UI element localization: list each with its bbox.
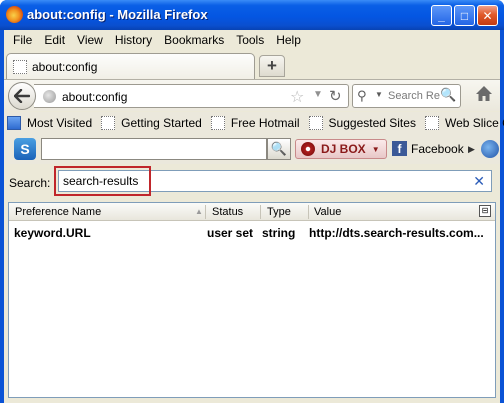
home-icon: [476, 86, 492, 101]
column-picker-icon[interactable]: ⊟: [479, 205, 491, 217]
tab-about-config[interactable]: about:config: [6, 53, 255, 79]
url-bar[interactable]: about:config ☆ ▼ ↻: [34, 84, 349, 108]
addon-logo-icon[interactable]: S: [14, 138, 36, 160]
home-button[interactable]: [474, 85, 494, 105]
cell-value: http://dts.search-results.com...: [309, 226, 484, 240]
table-header: Preference Name ▲ Status Type Value ⊟: [9, 203, 495, 221]
back-arrow-icon: [14, 89, 30, 103]
column-separator[interactable]: [308, 205, 309, 219]
bookmark-label: Most Visited: [27, 116, 93, 130]
cell-name: keyword.URL: [14, 226, 91, 240]
reload-icon[interactable]: ↻: [329, 87, 342, 105]
title-bar[interactable]: about:config - Mozilla Firefox _ □ ✕: [0, 0, 504, 30]
cell-type: string: [262, 226, 296, 240]
menu-view[interactable]: View: [71, 30, 109, 50]
url-text: about:config: [62, 90, 128, 104]
blank-page-icon: [210, 116, 225, 130]
menu-bar: File Edit View History Bookmarks Tools H…: [4, 30, 500, 50]
dj-box-button[interactable]: DJ BOX ▼: [295, 139, 387, 159]
dj-box-dropdown-icon[interactable]: ▼: [372, 145, 380, 154]
dj-box-label: DJ BOX: [321, 142, 366, 156]
bookmark-web-slice-gallery[interactable]: Web Slice Gallery: [424, 116, 504, 130]
cell-status: user set: [207, 226, 254, 240]
navigation-toolbar: about:config ☆ ▼ ↻ ⚲ ▼ Search Re 🔍: [4, 79, 500, 111]
close-button[interactable]: ✕: [477, 5, 498, 26]
column-separator[interactable]: [205, 205, 206, 219]
maximize-button[interactable]: □: [454, 5, 475, 26]
bookmark-most-visited[interactable]: Most Visited: [7, 116, 92, 130]
menu-help[interactable]: Help: [270, 30, 307, 50]
menu-tools[interactable]: Tools: [230, 30, 270, 50]
url-dropdown-icon[interactable]: ▼: [313, 89, 323, 100]
blank-page-icon: [424, 116, 439, 130]
facebook-label: Facebook: [411, 141, 464, 156]
preference-search-row: Search: search-results ✕: [4, 164, 500, 200]
bookmarks-toolbar: Most Visited Getting Started Free Hotmai…: [4, 112, 504, 134]
search-bar[interactable]: ⚲ ▼ Search Re 🔍: [352, 84, 461, 108]
blank-page-icon: [13, 60, 27, 74]
client-area: File Edit View History Bookmarks Tools H…: [4, 30, 504, 403]
globe-icon: [43, 90, 56, 103]
addon-toolbar: S 🔍 DJ BOX ▼ f Facebook ▶: [4, 134, 500, 164]
new-tab-button[interactable]: +: [259, 55, 285, 77]
search-engine-dropdown-icon[interactable]: ▼: [375, 90, 383, 99]
menu-bookmarks[interactable]: Bookmarks: [158, 30, 230, 50]
bookmark-suggested-sites[interactable]: Suggested Sites: [308, 116, 416, 130]
menu-edit[interactable]: Edit: [38, 30, 71, 50]
column-header-status[interactable]: Status: [212, 206, 243, 218]
column-header-type[interactable]: Type: [267, 206, 291, 218]
search-label: Search:: [9, 176, 51, 190]
tab-strip: about:config +: [4, 51, 500, 79]
menu-file[interactable]: File: [7, 30, 38, 50]
bookmark-label: Suggested Sites: [328, 116, 416, 130]
blank-page-icon: [101, 116, 116, 130]
bookmark-label: Free Hotmail: [230, 116, 300, 130]
minimize-button[interactable]: _: [431, 5, 452, 26]
bookmark-free-hotmail[interactable]: Free Hotmail: [210, 116, 300, 130]
highlight-box: [54, 166, 151, 196]
addon-search-input[interactable]: [41, 138, 267, 160]
toolbar-overflow-icon[interactable]: ▶: [468, 144, 475, 155]
bookmark-label: Getting Started: [121, 116, 202, 130]
bookmark-getting-started[interactable]: Getting Started: [101, 116, 202, 130]
facebook-button[interactable]: f Facebook: [392, 141, 464, 156]
facebook-icon: f: [392, 141, 407, 156]
search-placeholder: Search Re: [388, 90, 440, 102]
column-header-name[interactable]: Preference Name: [15, 206, 101, 218]
blank-page-icon: [308, 116, 323, 130]
tab-label: about:config: [32, 60, 98, 74]
dj-box-icon: [301, 142, 315, 156]
column-header-value[interactable]: Value: [314, 206, 341, 218]
bookmark-label: Web Slice Gallery: [444, 116, 504, 130]
firefox-icon: [6, 6, 23, 23]
column-separator[interactable]: [260, 205, 261, 219]
sort-arrow-icon: ▲: [195, 207, 203, 216]
search-engine-icon[interactable]: ⚲: [357, 88, 367, 104]
browser-window: about:config - Mozilla Firefox _ □ ✕ Fil…: [0, 0, 504, 403]
addon-search-button[interactable]: 🔍: [267, 138, 291, 160]
back-button[interactable]: [8, 82, 36, 110]
most-visited-icon: [7, 116, 21, 130]
bookmark-star-icon[interactable]: ☆: [290, 87, 304, 107]
menu-history[interactable]: History: [109, 30, 158, 50]
table-row[interactable]: keyword.URL user set string http://dts.s…: [9, 225, 495, 241]
globe-icon[interactable]: [481, 140, 499, 158]
preferences-table: Preference Name ▲ Status Type Value ⊟ ke…: [8, 202, 496, 398]
search-go-icon[interactable]: 🔍: [440, 87, 458, 105]
window-title: about:config - Mozilla Firefox: [27, 7, 208, 22]
clear-filter-icon[interactable]: ✕: [473, 173, 485, 190]
